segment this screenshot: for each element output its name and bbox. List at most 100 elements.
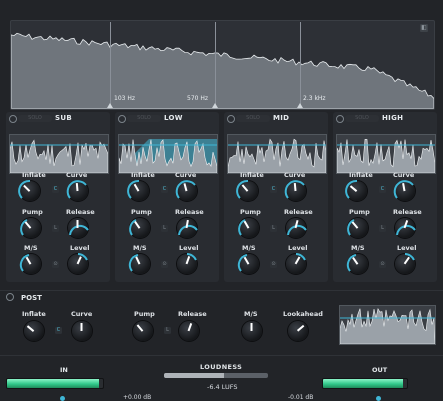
link-toggle[interactable]: L — [379, 225, 386, 232]
post-curve-label: Curve — [71, 310, 93, 318]
band-solo-button[interactable]: SOLO — [236, 115, 270, 122]
crossover-handle-2[interactable] — [212, 22, 218, 108]
loudness-title: LOUDNESS — [200, 363, 243, 371]
stereo-link-icon[interactable]: ⊙ — [270, 261, 277, 268]
pump-label: Pump — [131, 208, 152, 216]
post-inflate-knob[interactable] — [24, 321, 44, 341]
inflate-knob[interactable] — [127, 179, 149, 201]
inflate-label: Inflate — [22, 171, 46, 179]
curve-label: Curve — [284, 171, 306, 179]
curve-label: Curve — [66, 171, 88, 179]
band-solo-button[interactable]: SOLO — [127, 115, 161, 122]
post-lookahead-knob[interactable] — [288, 321, 308, 341]
pump-knob[interactable] — [129, 218, 150, 238]
inflate-label: Inflate — [131, 171, 155, 179]
level-knob[interactable] — [68, 253, 88, 274]
band-sub: SOLO SUB Inflate C Curve Pump L Release … — [6, 112, 110, 282]
curve-knob[interactable] — [66, 180, 88, 201]
stereo-link-icon[interactable]: ⊙ — [161, 261, 168, 268]
ms-knob[interactable] — [346, 254, 368, 274]
band-name: SUB — [55, 114, 72, 122]
input-label: IN — [60, 366, 68, 374]
band-mid: SOLO MID Inflate C Curve Pump L Release … — [224, 112, 328, 282]
clip-toggle[interactable]: C — [270, 186, 277, 193]
ms-knob[interactable] — [237, 254, 259, 274]
stereo-link-icon[interactable]: ⊙ — [379, 261, 386, 268]
output-gain-handle[interactable] — [376, 396, 381, 401]
band-power-icon[interactable] — [227, 115, 235, 123]
band-power-icon[interactable] — [9, 115, 17, 123]
link-toggle[interactable]: L — [270, 225, 277, 232]
clip-toggle[interactable]: C — [379, 186, 386, 193]
loudness-meter — [164, 373, 268, 378]
section-divider — [0, 290, 443, 291]
crossover-label-3: 2.3 kHz — [303, 95, 326, 102]
inflate-knob[interactable] — [345, 179, 367, 201]
band-power-icon[interactable] — [118, 115, 126, 123]
ms-knob[interactable] — [19, 254, 41, 274]
level-knob[interactable] — [286, 253, 306, 274]
pump-knob[interactable] — [347, 218, 368, 238]
dock-icon[interactable]: ◧ — [420, 24, 428, 32]
release-label: Release — [393, 208, 422, 216]
post-title: POST — [21, 294, 42, 302]
inflate-knob[interactable] — [18, 179, 40, 201]
inflate-knob[interactable] — [236, 179, 258, 201]
post-release-knob[interactable] — [179, 321, 199, 341]
inflate-label: Inflate — [349, 171, 373, 179]
link-toggle[interactable]: L — [161, 225, 168, 232]
band-name: MID — [273, 114, 290, 122]
level-label: Level — [288, 244, 308, 252]
curve-knob[interactable] — [284, 180, 306, 201]
ms-knob[interactable] — [128, 254, 150, 274]
clip-toggle[interactable]: C — [161, 186, 168, 193]
curve-label: Curve — [393, 171, 415, 179]
level-knob[interactable] — [395, 253, 415, 274]
post-ms-knob[interactable] — [242, 321, 262, 341]
release-knob[interactable] — [286, 218, 307, 238]
post-curve-knob[interactable] — [72, 321, 92, 341]
band-high: SOLO HIGH Inflate C Curve Pump L Release… — [333, 112, 437, 282]
post-power-icon[interactable] — [6, 293, 14, 301]
pump-knob[interactable] — [238, 218, 259, 238]
input-meter — [6, 378, 104, 389]
ms-label: M/S — [351, 244, 365, 252]
post-ms-label: M/S — [244, 310, 258, 318]
band-solo-button[interactable]: SOLO — [18, 115, 52, 122]
loudness-value: -6.4 LUFS — [207, 383, 238, 391]
curve-knob[interactable] — [175, 180, 197, 201]
post-link-toggle[interactable]: L — [164, 327, 171, 334]
pump-knob[interactable] — [20, 218, 41, 238]
post-clip-toggle[interactable]: C — [55, 327, 62, 334]
band-waveform-display — [9, 134, 109, 174]
crossover-handle-1[interactable] — [107, 22, 113, 108]
stereo-link-icon[interactable]: ⊙ — [52, 261, 59, 268]
release-knob[interactable] — [68, 218, 89, 238]
band-name: LOW — [164, 114, 183, 122]
input-gain-handle[interactable] — [60, 396, 65, 401]
ms-label: M/S — [24, 244, 38, 252]
curve-knob[interactable] — [393, 180, 415, 201]
band-waveform-display — [227, 134, 327, 174]
post-pump-label: Pump — [134, 310, 155, 318]
clip-toggle[interactable]: C — [52, 186, 59, 193]
post-pump-knob[interactable] — [133, 321, 153, 341]
band-waveform-display — [118, 134, 218, 174]
inflate-label: Inflate — [240, 171, 264, 179]
band-solo-button[interactable]: SOLO — [345, 115, 379, 122]
release-knob[interactable] — [177, 218, 198, 238]
footer-divider — [0, 355, 443, 356]
band-low: SOLO LOW Inflate C Curve Pump L Release … — [115, 112, 219, 282]
band-power-icon[interactable] — [336, 115, 344, 123]
post-inflate-label: Inflate — [22, 310, 46, 318]
crossover-handle-3[interactable] — [297, 22, 303, 108]
release-knob[interactable] — [395, 218, 416, 238]
output-label: OUT — [372, 366, 388, 374]
ms-label: M/S — [133, 244, 147, 252]
level-knob[interactable] — [177, 253, 197, 274]
pump-label: Pump — [240, 208, 261, 216]
curve-label: Curve — [175, 171, 197, 179]
spectrum-curve — [11, 32, 434, 109]
spectrum-analyzer[interactable]: ◧ — [10, 20, 435, 110]
link-toggle[interactable]: L — [52, 225, 59, 232]
